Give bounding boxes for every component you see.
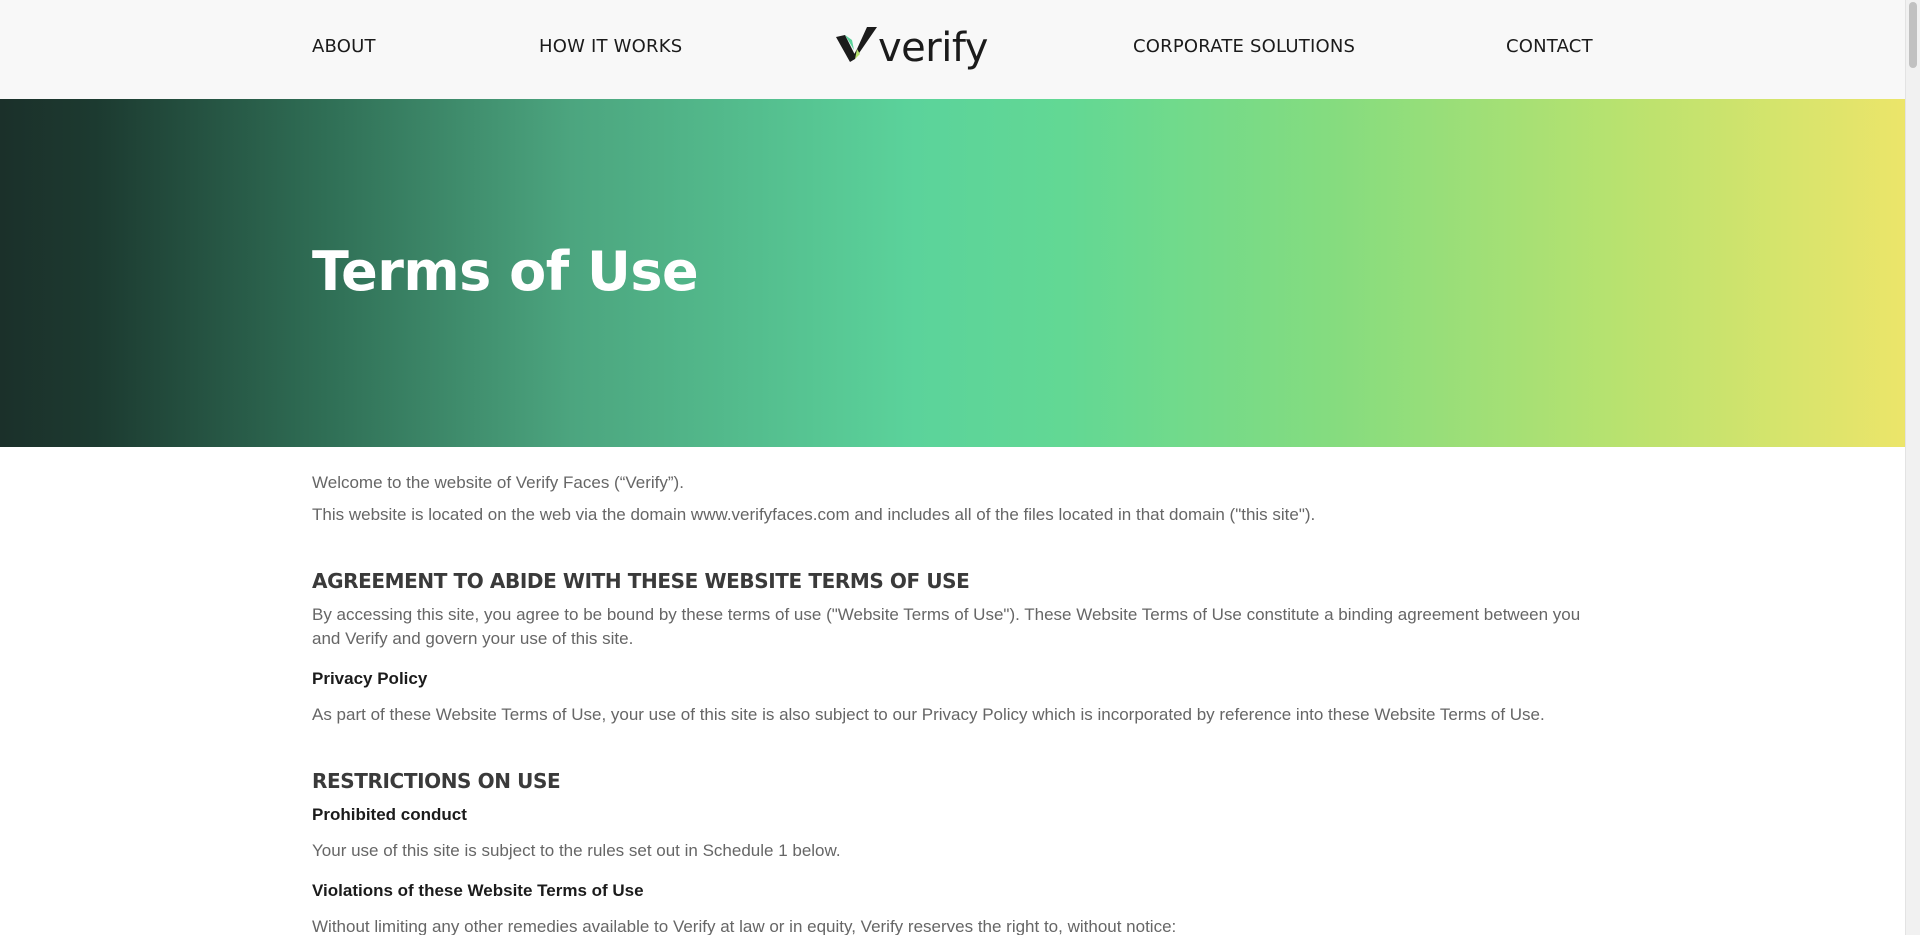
prohibited-conduct-heading: Prohibited conduct <box>312 805 467 824</box>
page-title: Terms of Use <box>312 240 699 303</box>
privacy-policy-heading: Privacy Policy <box>312 669 428 688</box>
nav-contact-link[interactable]: CONTACT <box>1506 36 1593 57</box>
scrollbar-thumb[interactable] <box>1909 2 1917 68</box>
site-header: ABOUT HOW IT WORKS verify CORPORATE SOLU… <box>0 0 1905 99</box>
welcome-paragraph: Welcome to the website of Verify Faces (… <box>312 473 684 492</box>
verify-logo[interactable]: verify <box>836 24 988 74</box>
nav-corporate-solutions-link[interactable]: CORPORATE SOLUTIONS <box>1133 36 1355 57</box>
checkmark-logo-icon <box>836 27 877 62</box>
restrictions-heading: RESTRICTIONS ON USE <box>312 769 561 793</box>
vertical-scrollbar[interactable] <box>1905 0 1920 935</box>
page: ABOUT HOW IT WORKS verify CORPORATE SOLU… <box>0 0 1920 935</box>
privacy-paragraph: As part of these Website Terms of Use, y… <box>312 705 1545 724</box>
violations-heading: Violations of these Website Terms of Use <box>312 881 644 900</box>
terms-content: Welcome to the website of Verify Faces (… <box>312 471 1592 935</box>
location-paragraph: This website is located on the web via t… <box>312 505 1316 524</box>
agreement-heading: AGREEMENT TO ABIDE WITH THESE WEBSITE TE… <box>312 569 970 593</box>
agreement-paragraph: By accessing this site, you agree to be … <box>312 605 1581 648</box>
nav-how-it-works-link[interactable]: HOW IT WORKS <box>539 36 682 57</box>
hero-banner: Terms of Use <box>0 99 1905 447</box>
nav-about-link[interactable]: ABOUT <box>312 36 376 57</box>
prohibited-paragraph: Your use of this site is subject to the … <box>312 841 841 860</box>
logo-wordmark: verify <box>878 25 988 71</box>
violations-paragraph: Without limiting any other remedies avai… <box>312 917 1177 935</box>
